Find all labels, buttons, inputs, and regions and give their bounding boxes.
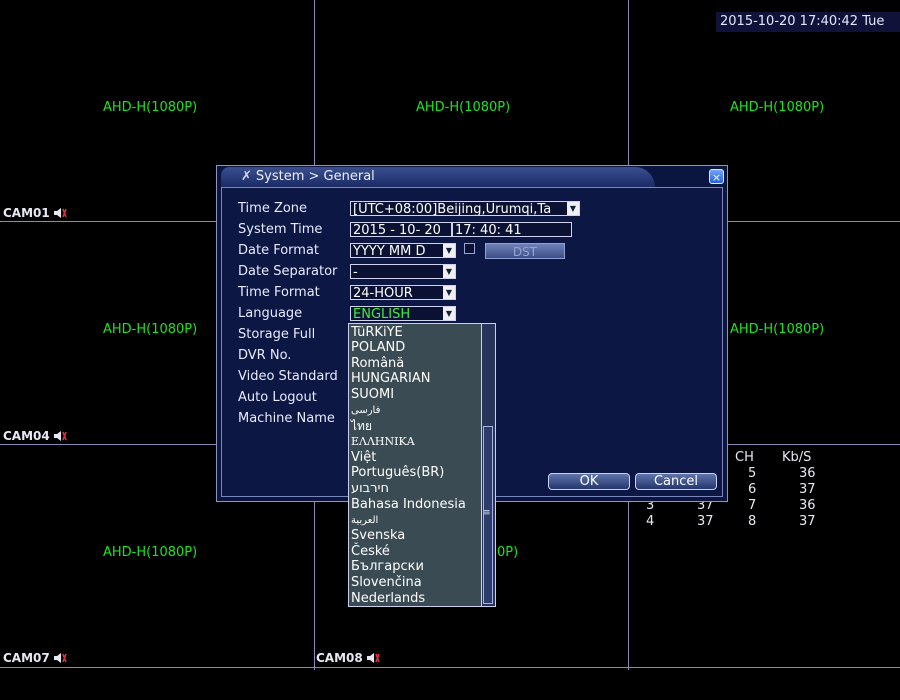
dst-checkbox[interactable] [464,243,475,254]
language-option[interactable]: العربية [351,513,378,528]
label-date-separator: Date Separator [238,264,338,279]
stats-ch: 5 [748,466,757,481]
label-language: Language [238,306,303,321]
label-dvr-no: DVR No. [238,348,292,363]
system-date-field[interactable]: 2015 - 10- 20 [350,222,452,237]
camera-label-cam01: CAM01 [3,206,67,220]
label-auto-logout: Auto Logout [238,390,317,405]
camera-name: CAM04 [3,429,50,443]
close-button[interactable]: × [709,169,724,184]
stats-kbs: 36 [799,466,816,481]
language-option[interactable]: חירבוע [351,481,389,496]
speaker-icon [53,652,67,664]
camera-label-cam04: CAM04 [3,429,67,443]
speaker-icon [53,430,67,442]
date-format-select[interactable]: YYYY MM D ▼ [350,243,456,258]
language-option[interactable]: فارسی [351,403,380,418]
language-scrollbar[interactable]: ≡ [481,324,495,606]
language-select[interactable]: ENGLISH ▼ [350,306,456,321]
camera-format-7: AHD-H(1080P) [103,545,198,560]
label-machine-name: Machine Name [238,411,335,426]
language-option[interactable]: Nederlands [351,591,425,606]
camera-format-6: AHD-H(1080P) [730,322,825,337]
camera-name: CAM01 [3,206,50,220]
language-option[interactable]: Português(BR) [351,465,444,480]
datetime-display: 2015-10-20 17:40:42 Tue [716,12,900,32]
stats-ch: 8 [748,514,757,529]
date-format-value: YYYY MM D [353,244,426,258]
stats-ch: 4 [646,514,655,529]
language-option[interactable]: České [351,544,390,559]
ok-button[interactable]: OK [548,473,630,490]
language-option[interactable]: TüRKiYE [351,325,403,340]
language-option[interactable]: ΕΛΛΗΝΙΚΑ [351,434,415,449]
camera-name: CAM08 [316,651,363,665]
chevron-down-icon[interactable]: ▼ [443,244,455,257]
language-option[interactable]: Svenska [351,528,405,543]
label-video-standard: Video Standard [238,369,338,384]
dialog-title: ✗ System > General [241,169,375,184]
time-zone-select[interactable]: [UTC+08:00]Beijing,Urumqi,Ta ▼ [350,201,580,216]
grid-line-h3 [0,667,900,668]
stats-kbs: 37 [799,482,816,497]
date-separator-select[interactable]: - ▼ [350,264,456,279]
language-option[interactable]: Việt [351,450,376,465]
stats-kbs: 36 [799,498,816,513]
cancel-button[interactable]: Cancel [635,473,717,490]
chevron-down-icon[interactable]: ▼ [443,307,455,320]
time-format-value: 24-HOUR [353,286,413,300]
speaker-icon [53,207,67,219]
label-system-time: System Time [238,222,323,237]
language-option[interactable]: ไทย [351,419,372,434]
stats-ch: 6 [748,482,757,497]
camera-format-4: AHD-H(1080P) [103,322,198,337]
label-storage-full: Storage Full [238,327,316,342]
camera-format-1: AHD-H(1080P) [103,100,198,115]
language-option[interactable]: Bahasa Indonesia [351,497,466,512]
time-zone-value: [UTC+08:00]Beijing,Urumqi,Ta [353,202,552,216]
language-option[interactable]: POLAND [351,340,405,355]
language-option[interactable]: Slovenčina [351,575,422,590]
language-option[interactable]: Български [351,559,424,574]
stats-kbs: 37 [697,514,714,529]
tools-icon: ✗ [241,169,252,184]
camera-format-8: 0P) [497,545,519,560]
stats-header-kbs: Kb/S [782,450,812,465]
language-option[interactable]: HUNGARIAN [351,371,430,386]
chevron-down-icon[interactable]: ▼ [443,286,455,299]
camera-format-2: AHD-H(1080P) [416,100,511,115]
chevron-down-icon[interactable]: ▼ [567,202,579,215]
date-separator-value: - [353,265,358,279]
language-option[interactable]: SUOMI [351,387,394,402]
system-time-value: 17: 40: 41 [455,223,522,237]
camera-label-cam08: CAM08 [316,651,380,665]
language-value: ENGLISH [353,307,411,321]
chevron-down-icon[interactable]: ▼ [443,265,455,278]
camera-name: CAM07 [3,651,50,665]
camera-label-cam07: CAM07 [3,651,67,665]
stats-ch: 7 [748,498,757,513]
dst-button[interactable]: DST [485,243,565,259]
language-option[interactable]: Română [351,356,404,371]
grip-icon: ≡ [483,508,491,518]
label-date-format: Date Format [238,243,320,258]
label-time-zone: Time Zone [238,201,308,216]
stats-kbs: 37 [799,514,816,529]
system-time-field[interactable]: 17: 40: 41 [452,222,572,237]
dialog-title-text: System > General [255,169,375,184]
system-date-value: 2015 - 10- 20 [353,223,441,237]
label-time-format: Time Format [238,285,320,300]
stats-header-ch: CH [735,450,754,465]
speaker-icon [366,652,380,664]
camera-format-3: AHD-H(1080P) [730,100,825,115]
language-dropdown-list[interactable]: TüRKiYE POLAND Română HUNGARIAN SUOMI فا… [348,323,496,607]
time-format-select[interactable]: 24-HOUR ▼ [350,285,456,300]
